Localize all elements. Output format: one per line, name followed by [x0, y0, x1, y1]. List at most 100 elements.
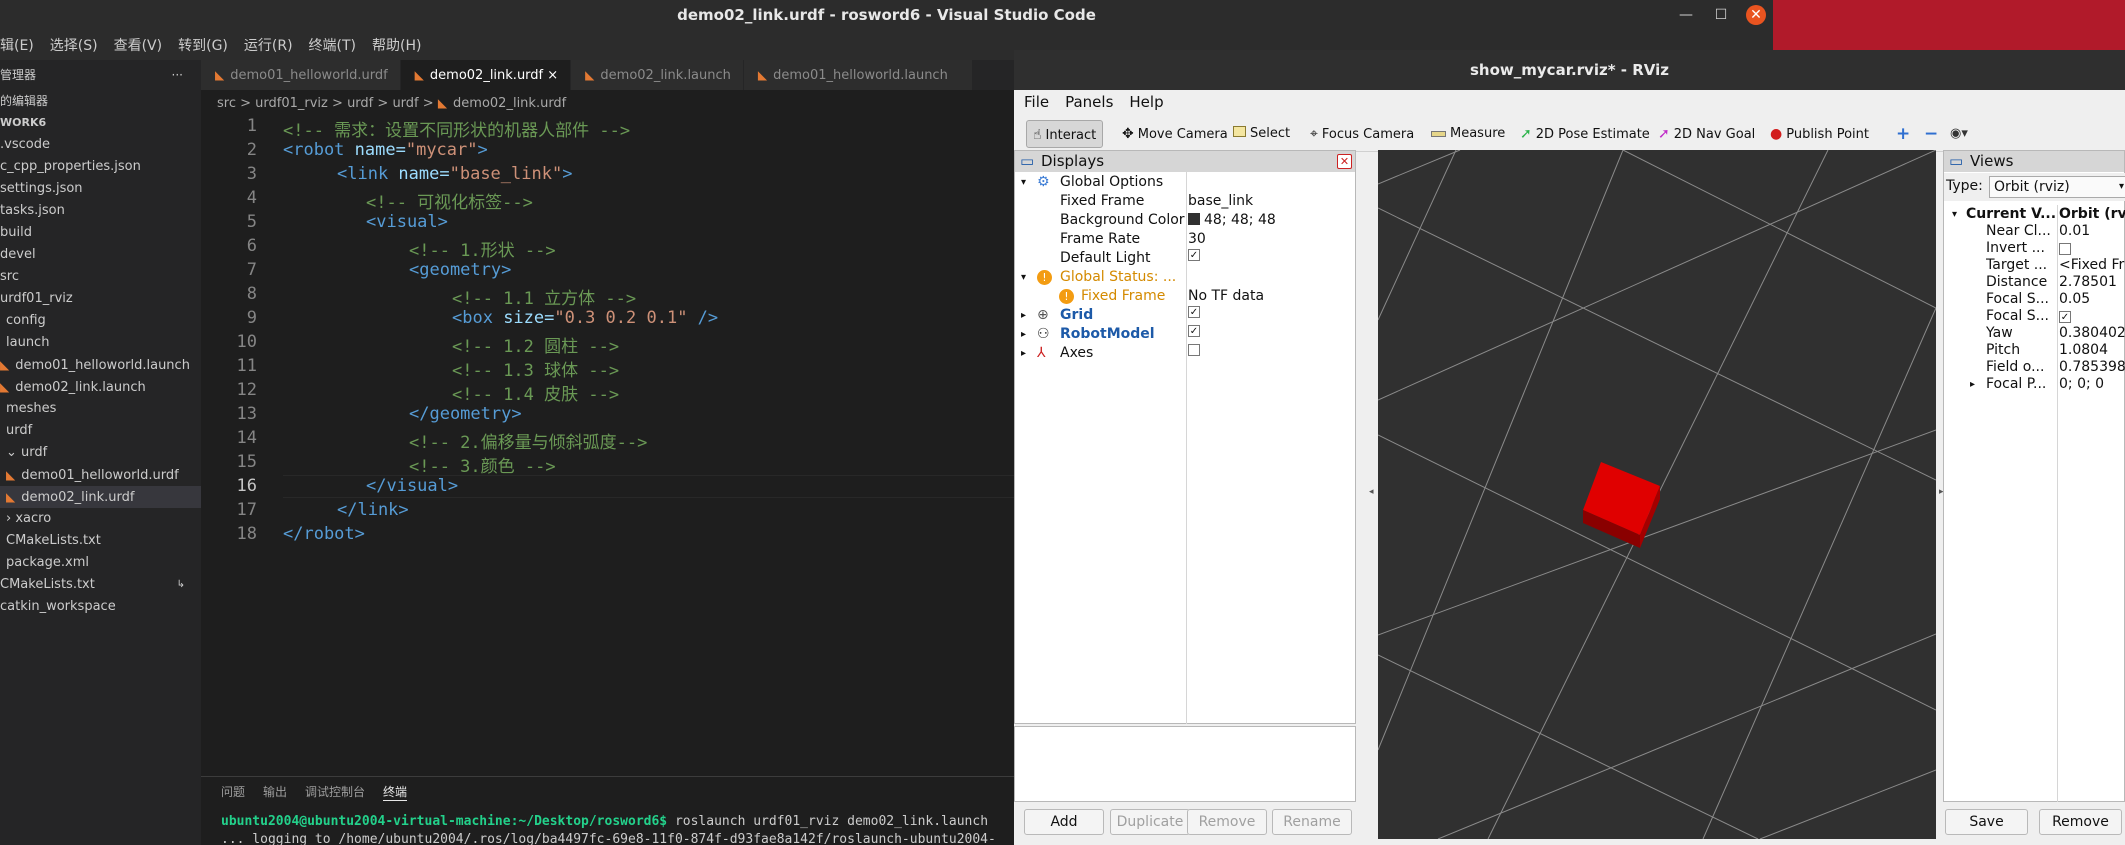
robot-model-checkbox[interactable]: ✓ — [1188, 325, 1200, 337]
interact-tool-button[interactable]: ☝ Interact — [1026, 120, 1104, 148]
tree-item-build[interactable]: build — [0, 222, 201, 244]
view-prop-value[interactable]: 0.01 — [2059, 223, 2090, 240]
view-prop-value[interactable]: 0.785398 — [2059, 359, 2125, 376]
axes-display-row[interactable]: ▸ ⅄ Axes — [1015, 344, 1357, 363]
tab-terminal[interactable]: 终端 — [383, 783, 408, 801]
invert-checkbox[interactable] — [2059, 243, 2071, 255]
tree-item-cmakelists-pkg[interactable]: CMakeLists.txt — [0, 530, 201, 552]
view-prop-value[interactable]: 1.0804 — [2059, 342, 2108, 359]
tree-item-src[interactable]: src — [0, 266, 201, 288]
add-display-button[interactable]: Add — [1024, 809, 1104, 835]
move-camera-tool-button[interactable]: ✥ Move Camera — [1116, 120, 1234, 148]
view-row-focal-size[interactable]: Focal S... 0.05 — [1944, 291, 2125, 308]
frame-rate-row[interactable]: Frame Rate 30 — [1015, 230, 1357, 249]
eye-icon[interactable]: ◉▾ — [1944, 120, 1974, 148]
view-prop-value[interactable]: 0; 0; 0 — [2059, 376, 2104, 393]
tree-item-demo02-launch[interactable]: ◣ demo02_link.launch — [0, 376, 201, 398]
focal-shape-checkbox[interactable]: ✓ — [2059, 311, 2071, 323]
tree-item-demo01-urdf[interactable]: ◣ demo01_helloworld.urdf — [0, 464, 201, 486]
close-button[interactable]: ✕ — [1746, 5, 1766, 25]
view-prop-value[interactable]: 0.380402 — [2059, 325, 2125, 342]
menu-run[interactable]: 运行(R) — [244, 35, 303, 55]
view-row-yaw[interactable]: Yaw 0.380402 — [1944, 325, 2125, 342]
menu-panels[interactable]: Panels — [1065, 90, 1113, 114]
background-color-value[interactable]: 48; 48; 48 — [1188, 211, 1276, 230]
more-actions-icon[interactable]: ··· — [172, 60, 183, 90]
menu-selection[interactable]: 选择(S) — [50, 35, 108, 55]
menu-help[interactable]: 帮助(H) — [372, 35, 431, 55]
tab-demo02-urdf[interactable]: ◣ demo02_link.urdf × — [400, 60, 572, 90]
tree-item-settings[interactable]: settings.json — [0, 178, 201, 200]
save-view-button[interactable]: Save — [1945, 809, 2028, 835]
view-row-focal-shape[interactable]: Focal S... ✓ — [1944, 308, 2125, 325]
robot-model-display-row[interactable]: ▸ ⚇ RobotModel ✓ — [1015, 325, 1357, 344]
tree-item-config[interactable]: config — [0, 310, 201, 332]
view-row-invert[interactable]: Invert ... — [1944, 240, 2125, 257]
default-light-checkbox[interactable]: ✓ — [1188, 249, 1200, 261]
tree-item-vscode[interactable]: .vscode — [0, 134, 201, 156]
tab-problems[interactable]: 问题 — [221, 783, 245, 801]
open-editors-section[interactable]: 的编辑器 — [0, 90, 201, 112]
remove-view-button[interactable]: Remove — [2039, 809, 2122, 835]
fixed-frame-row[interactable]: Fixed Frame base_link — [1015, 192, 1357, 211]
tree-item-catkin-workspace[interactable]: catkin_workspace — [0, 596, 201, 618]
tree-item-urdf-folder[interactable]: urdf — [0, 420, 201, 442]
tab-output[interactable]: 输出 — [263, 783, 287, 801]
view-row-near-clip[interactable]: Near Cl... 0.01 — [1944, 223, 2125, 240]
measure-tool-button[interactable]: Measure — [1425, 120, 1511, 148]
breadcrumb-src[interactable]: src — [217, 96, 236, 111]
tab-demo02-launch[interactable]: ◣ demo02_link.launch — [571, 60, 744, 90]
select-tool-button[interactable]: Select — [1227, 120, 1296, 148]
default-light-row[interactable]: Default Light ✓ — [1015, 249, 1357, 268]
3d-viewport[interactable] — [1378, 150, 1936, 839]
remove-tool-icon[interactable]: − — [1918, 120, 1944, 148]
remove-display-button[interactable]: Remove — [1187, 809, 1267, 835]
duplicate-display-button[interactable]: Duplicate — [1110, 809, 1190, 835]
tree-item-package-xml[interactable]: package.xml — [0, 552, 201, 574]
menu-terminal[interactable]: 终端(T) — [309, 35, 366, 55]
view-row-field-of-view[interactable]: Field o... 0.785398 — [1944, 359, 2125, 376]
collapse-left-icon[interactable]: ◂ — [1369, 487, 1374, 497]
menu-view[interactable]: 查看(V) — [114, 35, 173, 55]
menu-file[interactable]: File — [1024, 90, 1049, 114]
tree-item-tasks[interactable]: tasks.json — [0, 200, 201, 222]
breadcrumb-urdf[interactable]: urdf — [347, 96, 373, 111]
breadcrumb-urdf-sub[interactable]: urdf — [392, 96, 418, 111]
menu-go[interactable]: 转到(G) — [178, 35, 238, 55]
view-row-focal-point[interactable]: ▸ Focal P... 0; 0; 0 — [1944, 376, 2125, 393]
grid-display-row[interactable]: ▸ ⊕ Grid ✓ — [1015, 306, 1357, 325]
breadcrumb-urdf01-rviz[interactable]: urdf01_rviz — [255, 96, 328, 111]
view-prop-value[interactable]: 2.78501 — [2059, 274, 2117, 291]
view-type-select[interactable]: Orbit (rviz) ▾ — [1989, 176, 2125, 198]
breadcrumb-file[interactable]: demo02_link.urdf — [453, 96, 566, 111]
view-prop-value[interactable]: 0.05 — [2059, 291, 2090, 308]
tab-demo01-urdf[interactable]: ◣ demo01_helloworld.urdf — [201, 60, 401, 90]
close-panel-icon[interactable]: ✕ — [1337, 154, 1352, 169]
axes-checkbox[interactable] — [1188, 344, 1200, 356]
fixed-frame-value[interactable]: base_link — [1188, 192, 1253, 211]
frame-rate-value[interactable]: 30 — [1188, 230, 1206, 249]
tree-item-devel[interactable]: devel — [0, 244, 201, 266]
nav-goal-tool-button[interactable]: ➚ 2D Nav Goal — [1652, 120, 1761, 148]
tree-item-meshes[interactable]: meshes — [0, 398, 201, 420]
tree-item-xacro[interactable]: › xacro — [0, 508, 201, 530]
tab-debug-console[interactable]: 调试控制台 — [305, 783, 365, 801]
minimize-button[interactable]: — — [1676, 5, 1696, 25]
pose-estimate-tool-button[interactable]: ➚ 2D Pose Estimate — [1514, 120, 1656, 148]
grid-checkbox[interactable]: ✓ — [1188, 306, 1200, 318]
tree-item-cmakelists-root[interactable]: CMakeLists.txt ↳ — [0, 574, 201, 596]
tree-item-demo02-urdf[interactable]: ◣ demo02_link.urdf — [0, 486, 201, 508]
add-tool-icon[interactable]: + — [1890, 120, 1916, 148]
global-options-row[interactable]: ▾ ⚙ Global Options — [1015, 173, 1357, 192]
background-color-row[interactable]: Background Color 48; 48; 48 — [1015, 211, 1357, 230]
view-row-pitch[interactable]: Pitch 1.0804 — [1944, 342, 2125, 359]
menu-edit[interactable]: 辑(E) — [0, 35, 44, 55]
tree-item-urdf01-rviz[interactable]: urdf01_rviz — [0, 288, 201, 310]
close-tab-icon[interactable]: × — [547, 68, 558, 83]
global-status-row[interactable]: ▾! Global Status: ... — [1015, 268, 1357, 287]
terminal-line[interactable]: ubuntu2004@ubuntu2004-virtual-machine:~/… — [221, 814, 988, 829]
tree-item-demo01-launch[interactable]: ◣ demo01_helloworld.launch — [0, 354, 201, 376]
tree-item-launch[interactable]: launch — [0, 332, 201, 354]
tree-item-urdf-subfolder[interactable]: ⌄ urdf — [0, 442, 201, 464]
code-editor[interactable]: 1 2 3 4 5 6 7 8 9 10 11 12 13 14 15 16 1… — [201, 116, 1014, 776]
